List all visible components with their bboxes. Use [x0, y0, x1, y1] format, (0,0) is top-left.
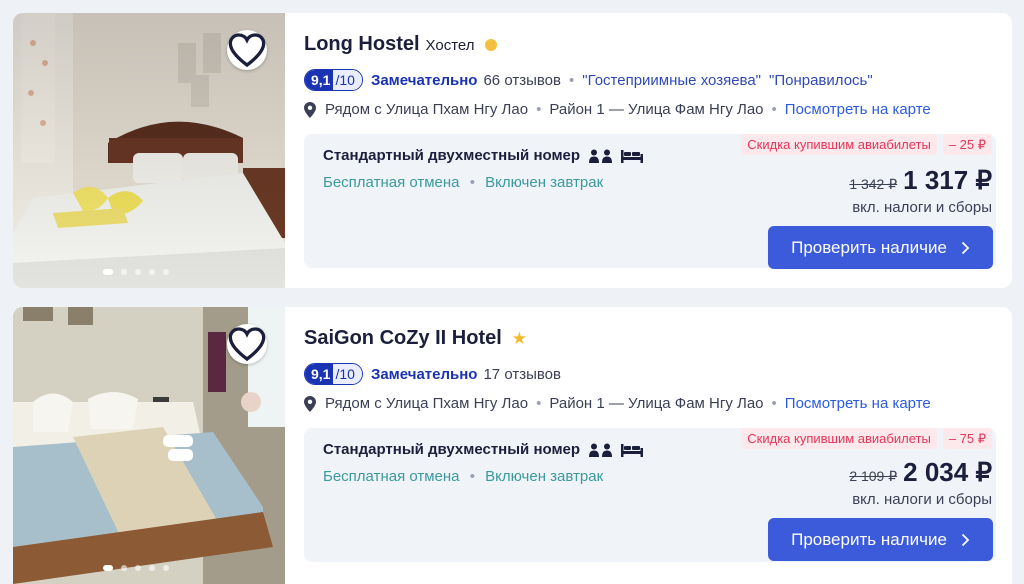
room-name-row: Стандартный двухместный номер [323, 441, 644, 458]
promo-label: Скидка купившим авиабилеты [741, 134, 937, 155]
title-row: SaiGon CoZy II Hotel ★ [304, 327, 527, 350]
promo-label: Скидка купившим авиабилеты [741, 428, 937, 449]
reviews-count[interactable]: 66 отзывов [483, 72, 561, 89]
tax-note: вкл. налоги и сборы [852, 199, 992, 216]
star-icon: ★ [511, 329, 528, 348]
promo-badges: Скидка купившим авиабилеты – 25 ₽ [741, 134, 992, 155]
location-row: Рядом с Улица Пхам Нгу Лао • Район 1 — У… [304, 395, 931, 412]
hotel-card[interactable]: Long Hostel Хостел 9,1 /10 Замечательно … [13, 13, 1012, 288]
price-row: 1 342 ₽ 1 317 ₽ [849, 165, 992, 196]
favorite-button[interactable] [227, 30, 267, 70]
hotel-card[interactable]: SaiGon CoZy II Hotel ★ 9,1 /10 Замечател… [13, 307, 1012, 584]
check-availability-button[interactable]: Проверить наличие [768, 518, 993, 561]
show-on-map-link[interactable]: Посмотреть на карте [785, 395, 931, 412]
chevron-right-icon [961, 241, 970, 254]
carousel-dot[interactable] [135, 565, 141, 571]
promo-badges: Скидка купившим авиабилеты – 75 ₽ [741, 428, 992, 449]
carousel-dot[interactable] [135, 269, 141, 275]
chevron-right-icon [961, 533, 970, 546]
score-max: /10 [333, 70, 362, 90]
bed-icon [621, 149, 644, 163]
district: Район 1 — Улица Фам Нгу Лао [549, 395, 764, 412]
heart-icon [228, 327, 266, 362]
circle-icon [484, 39, 497, 51]
separator: • [469, 174, 475, 191]
carousel-dot[interactable] [163, 269, 169, 275]
check-availability-button[interactable]: Проверить наличие [768, 226, 993, 269]
separator: • [771, 395, 777, 412]
tax-note: вкл. налоги и сборы [852, 491, 992, 508]
hotel-type: Хостел [425, 37, 475, 54]
carousel-dot[interactable] [121, 565, 127, 571]
room-features: Бесплатная отмена • Включен завтрак [323, 468, 603, 485]
current-price: 2 034 ₽ [903, 457, 992, 487]
person-icon [589, 149, 600, 163]
favorite-button[interactable] [227, 324, 267, 364]
separator: • [536, 101, 542, 118]
room-features: Бесплатная отмена • Включен завтрак [323, 174, 603, 191]
free-cancellation: Бесплатная отмена [323, 468, 460, 485]
hotel-photo[interactable] [13, 13, 285, 288]
button-label: Проверить наличие [791, 529, 947, 549]
rating-row: 9,1 /10 Замечательно 66 отзывов • "Госте… [304, 69, 881, 91]
map-pin-icon [304, 395, 316, 412]
breakfast-included: Включен завтрак [485, 174, 604, 191]
carousel-dot[interactable] [103, 269, 113, 275]
price-row: 2 109 ₽ 2 034 ₽ [849, 457, 992, 488]
breakfast-included: Включен завтрак [485, 468, 604, 485]
carousel-dot[interactable] [163, 565, 169, 571]
location-near: Рядом с Улица Пхам Нгу Лао [325, 101, 529, 118]
hotel-info: SaiGon CoZy II Hotel ★ 9,1 /10 Замечател… [304, 307, 1012, 584]
carousel-dot[interactable] [103, 565, 113, 571]
score-value: 9,1 [305, 70, 334, 90]
person-icon [602, 443, 613, 457]
hotel-name[interactable]: SaiGon CoZy II Hotel [304, 327, 502, 350]
score-badge: 9,1 /10 [304, 69, 363, 91]
separator: • [469, 468, 475, 485]
room-name: Стандартный двухместный номер [323, 147, 581, 164]
carousel-dot[interactable] [121, 269, 127, 275]
promo-amount: – 25 ₽ [942, 134, 992, 155]
review-quote: "Понравилось" [769, 71, 873, 89]
hotel-photo[interactable] [13, 307, 285, 584]
reviews-count[interactable]: 17 отзывов [483, 366, 561, 383]
separator: • [568, 71, 575, 89]
show-on-map-link[interactable]: Посмотреть на карте [785, 101, 931, 118]
button-label: Проверить наличие [791, 237, 947, 257]
carousel-dots[interactable] [103, 269, 169, 275]
score-value: 9,1 [305, 364, 334, 384]
carousel-dot[interactable] [149, 269, 155, 275]
room-name: Стандартный двухместный номер [323, 441, 581, 458]
person-icon [602, 149, 613, 163]
person-icon [589, 443, 600, 457]
score-badge: 9,1 /10 [304, 363, 363, 385]
room-capacity [589, 149, 644, 163]
map-pin-icon [304, 101, 316, 118]
review-quote: "Гостеприимные хозяева" [582, 71, 762, 89]
carousel-dot[interactable] [149, 565, 155, 571]
bed-icon [621, 443, 644, 457]
district: Район 1 — Улица Фам Нгу Лао [549, 101, 764, 118]
title-row: Long Hostel Хостел [304, 33, 497, 56]
score-max: /10 [333, 364, 362, 384]
carousel-dots[interactable] [103, 565, 169, 571]
current-price: 1 317 ₽ [903, 165, 992, 195]
room-name-row: Стандартный двухместный номер [323, 147, 644, 164]
old-price: 1 342 ₽ [849, 176, 898, 192]
hotel-name[interactable]: Long Hostel [304, 33, 420, 56]
rating-word: Замечательно [370, 71, 478, 89]
separator: • [771, 101, 777, 118]
rating-word: Замечательно [370, 365, 478, 383]
rating-row: 9,1 /10 Замечательно 17 отзывов [304, 363, 561, 385]
heart-icon [228, 33, 266, 68]
room-capacity [589, 443, 644, 457]
free-cancellation: Бесплатная отмена [323, 174, 460, 191]
separator: • [536, 395, 542, 412]
location-row: Рядом с Улица Пхам Нгу Лао • Район 1 — У… [304, 101, 931, 118]
location-near: Рядом с Улица Пхам Нгу Лао [325, 395, 529, 412]
promo-amount: – 75 ₽ [942, 428, 992, 449]
old-price: 2 109 ₽ [849, 468, 898, 484]
hotel-info: Long Hostel Хостел 9,1 /10 Замечательно … [304, 13, 1012, 288]
